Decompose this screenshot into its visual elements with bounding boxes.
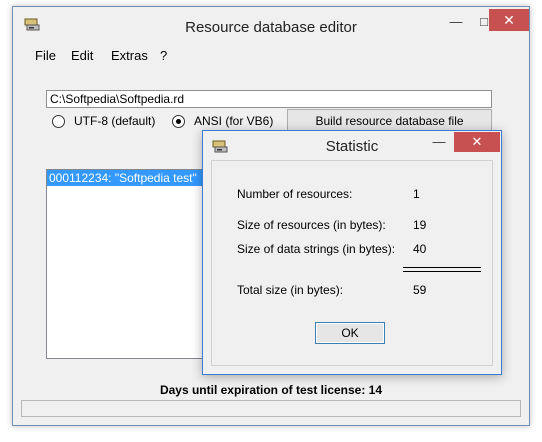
- statistic-minimize-button[interactable]: —: [426, 134, 452, 150]
- menu-bar: File Edit Extras ?: [13, 45, 529, 65]
- license-expiry-text: Days until expiration of test license: 1…: [159, 383, 383, 397]
- resource-list[interactable]: 000112234: "Softpedia test": [46, 169, 226, 359]
- path-input[interactable]: [46, 90, 492, 108]
- statistic-content: Number of resources: 1 Size of resources…: [211, 160, 493, 366]
- menu-file[interactable]: File: [35, 48, 56, 63]
- radio-ansi-indicator: [172, 114, 185, 128]
- menu-help[interactable]: ?: [160, 48, 167, 63]
- radio-utf8-indicator: [52, 114, 65, 128]
- sum-divider: [403, 267, 481, 272]
- ok-button[interactable]: OK: [315, 322, 385, 344]
- minimize-button[interactable]: —: [443, 12, 469, 32]
- stat-value-number-of-resources: 1: [413, 187, 420, 201]
- list-item[interactable]: 000112234: "Softpedia test": [47, 170, 225, 186]
- menu-edit[interactable]: Edit: [71, 48, 93, 63]
- radio-ansi-label: ANSI (for VB6): [194, 114, 274, 128]
- menu-extras[interactable]: Extras: [111, 48, 148, 63]
- stat-label-size-of-data-strings: Size of data strings (in bytes):: [237, 242, 396, 256]
- radio-utf8[interactable]: UTF-8 (default): [52, 114, 155, 128]
- stat-value-size-of-data-strings: 40: [413, 242, 427, 256]
- stat-label-size-of-resources: Size of resources (in bytes):: [237, 218, 386, 232]
- stat-value-total-size: 59: [413, 283, 427, 297]
- statistic-title-bar[interactable]: Statistic — ✕: [203, 131, 501, 161]
- statistic-close-button[interactable]: ✕: [454, 132, 500, 152]
- radio-ansi[interactable]: ANSI (for VB6): [172, 114, 273, 128]
- close-button[interactable]: ✕: [489, 9, 529, 31]
- title-bar[interactable]: Resource database editor — □ ✕: [13, 7, 529, 41]
- stat-label-total-size: Total size (in bytes):: [237, 283, 344, 297]
- status-bar: [21, 400, 521, 417]
- stat-label-number-of-resources: Number of resources:: [237, 187, 353, 201]
- statistic-dialog: Statistic — ✕ Number of resources: 1 Siz…: [202, 130, 502, 375]
- radio-utf8-label: UTF-8 (default): [74, 114, 156, 128]
- stat-value-size-of-resources: 19: [413, 218, 427, 232]
